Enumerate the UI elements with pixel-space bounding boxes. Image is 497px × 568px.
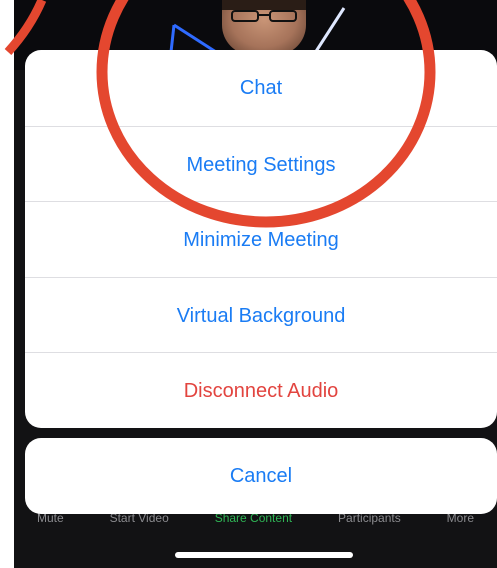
minimize-meeting-action[interactable]: Minimize Meeting	[25, 202, 497, 278]
cancel-button[interactable]: Cancel	[25, 438, 497, 514]
home-indicator[interactable]	[175, 552, 353, 558]
participant-hair	[222, 0, 306, 10]
disconnect-audio-action[interactable]: Disconnect Audio	[25, 353, 497, 428]
action-sheet: Chat Meeting Settings Minimize Meeting V…	[25, 50, 497, 428]
chat-action[interactable]: Chat	[25, 50, 497, 126]
meeting-settings-action[interactable]: Meeting Settings	[25, 127, 497, 203]
virtual-background-action[interactable]: Virtual Background	[25, 278, 497, 354]
participant-glasses	[231, 10, 297, 22]
